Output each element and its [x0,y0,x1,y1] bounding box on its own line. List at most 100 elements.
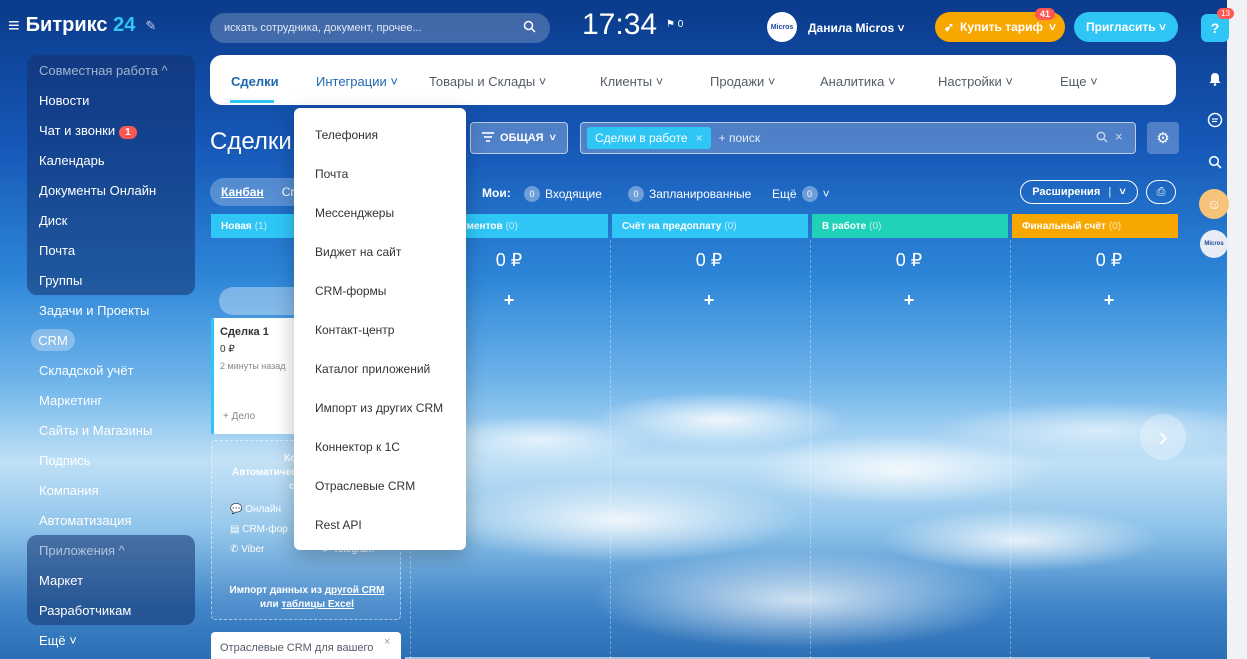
sidebar-item-calendar[interactable]: Календарь [39,153,105,168]
sidebar-group-collab [27,55,195,295]
chat-bubble-icon: 💬 [230,504,243,515]
sidebar-item-disk[interactable]: Диск [39,213,67,228]
invite-button[interactable]: Пригласить ˅ [1074,12,1178,42]
user-avatar-icon[interactable]: ☺ [1199,189,1229,219]
sidebar-item-crm[interactable]: CRM [31,329,75,351]
tab-settings[interactable]: Настройки ˅ [938,74,1013,89]
menu-item-app-catalog[interactable]: Каталог приложений [315,362,430,376]
stage-header-final[interactable]: Финальный счёт (0) [1012,214,1178,238]
chat-icon[interactable] [1201,106,1229,134]
integrations-dropdown: Телефония Почта Мессенджеры Виджет на са… [294,108,466,550]
stage-count: (0) [505,220,518,232]
tab-deals[interactable]: Сделки [231,74,279,89]
tab-more[interactable]: Еще ˅ [1060,74,1098,89]
industry-crm-card[interactable]: Отраслевые CRM для вашего [211,632,401,659]
global-search-input[interactable]: искать сотрудника, документ, прочее... [210,13,550,43]
incoming-count: 0 [524,186,540,202]
industry-crm-text: Отраслевые CRM для вашего [220,642,374,654]
rocket-icon: ➹ [943,20,955,34]
menu-item-import-crm[interactable]: Импорт из других CRM [315,401,443,415]
search-icon[interactable] [523,20,536,36]
menu-item-industry-crm[interactable]: Отраслевые CRM [315,479,415,493]
extensions-button[interactable]: Расширения | ˅ [1020,180,1138,204]
sidebar-item-automation[interactable]: Автоматизация [39,513,131,528]
print-icon[interactable]: ⎙ [1146,180,1176,204]
pencil-icon[interactable]: ✎ [145,18,156,34]
crm-tabs-bar: Сделки Интеграции ˅ Товары и Склады ˅ Кл… [210,55,1176,105]
menu-item-messengers[interactable]: Мессенджеры [315,206,394,220]
buy-plan-label: Купить тариф [960,20,1043,34]
promo-channel-viber[interactable]: ✆ Viber [230,544,264,555]
clear-icon[interactable]: × [1115,129,1123,144]
sidebar-item-mail[interactable]: Почта [39,243,75,258]
flag-counter[interactable]: ⚑ 0 [666,19,683,30]
extensions-label: Расширения [1032,186,1101,198]
menu-item-mail[interactable]: Почта [315,167,348,181]
add-deal-plus[interactable]: + [1012,290,1206,311]
tab-products[interactable]: Товары и Склады ˅ [429,74,546,89]
clock[interactable]: 17:34 [582,8,657,42]
user-name[interactable]: Данила Micros ˅ [808,21,905,35]
add-deal-plus[interactable]: + [812,290,1006,311]
hamburger-icon[interactable]: ≡ [8,16,20,36]
sidebar: ≡ Битрикс 24 ✎ Совместная работа ^ Новос… [0,0,205,659]
menu-item-crm-forms[interactable]: CRM-формы [315,284,386,298]
sidebar-item-market[interactable]: Маркет [39,573,83,588]
filter-icon [482,131,495,145]
avatar[interactable]: Micros [767,12,797,42]
sidebar-item-warehouse[interactable]: Складской учёт [39,363,134,378]
gear-icon[interactable]: ⚙ [1147,122,1179,154]
menu-item-rest-api[interactable]: Rest API [315,518,362,532]
logo[interactable]: Битрикс 24 [26,14,136,37]
sidebar-section-collab[interactable]: Совместная работа ^ [39,63,168,78]
add-deal-plus[interactable]: + [612,290,806,311]
promo-channel-online[interactable]: 💬 Онлайн [230,504,281,515]
counter-more[interactable]: Ещё 0 ˅ [772,186,830,202]
chevron-right-icon[interactable]: › [1140,414,1186,460]
logo-text: Битрикс [25,14,108,36]
stage-header-prepay[interactable]: Счёт на предоплату (0) [612,214,808,238]
filter-chip[interactable]: Сделки в работе × [587,127,711,149]
flag-icon: ⚑ [666,19,675,30]
sidebar-item-sites[interactable]: Сайты и Магазины [39,423,152,438]
column-divider [810,240,811,659]
filter-search-input[interactable]: Сделки в работе × + поиск × [580,122,1136,154]
tab-analytics[interactable]: Аналитика ˅ [820,74,896,89]
promo-channel-forms[interactable]: ▤ CRM-фор [230,524,288,535]
import-other-crm-link[interactable]: другой CRM [325,585,385,596]
sidebar-item-groups[interactable]: Группы [39,273,82,288]
menu-item-contact-center[interactable]: Контакт-центр [315,323,394,337]
counter-incoming[interactable]: 0 Входящие [524,186,602,202]
tab-integrations[interactable]: Интеграции ˅ [316,74,398,89]
sidebar-section-apps[interactable]: Приложения ^ [39,543,125,558]
more-count: 0 [801,186,818,202]
filter-preset-button[interactable]: ОБЩАЯ ˅ [470,122,568,154]
tab-sales[interactable]: Продажи ˅ [710,74,776,89]
window-edge [1227,0,1247,659]
view-kanban[interactable]: Канбан [221,185,264,199]
menu-item-telephony[interactable]: Телефония [315,128,378,142]
sidebar-item-developers[interactable]: Разработчикам [39,603,131,618]
add-activity-link[interactable]: + Дело [223,411,255,422]
sidebar-item-news[interactable]: Новости [39,93,89,108]
stage-sum: 0 ₽ [895,250,923,270]
sidebar-item-chat[interactable]: Чат и звонки 1 [39,123,137,139]
search-icon[interactable] [1096,131,1108,146]
import-excel-link[interactable]: таблицы Excel [281,599,354,610]
sidebar-item-sign[interactable]: Подпись [39,453,90,468]
sidebar-item-tasks[interactable]: Задачи и Проекты [39,303,149,318]
tab-clients[interactable]: Клиенты ˅ [600,74,663,89]
stage-count: (0) [869,220,882,232]
close-icon[interactable]: × [696,131,703,145]
counter-planned[interactable]: 0 Запланированные [628,186,751,202]
menu-item-1c-connector[interactable]: Коннектор к 1С [315,440,400,454]
sidebar-item-company[interactable]: Компания [39,483,99,498]
stage-header-in-progress[interactable]: В работе (0) [812,214,1008,238]
notifications-bell-icon[interactable] [1201,65,1229,93]
sidebar-item-docs[interactable]: Документы Онлайн [39,183,156,198]
close-icon[interactable]: × [384,636,390,648]
search-icon[interactable] [1201,148,1229,176]
menu-item-site-widget[interactable]: Виджет на сайт [315,245,401,259]
sidebar-item-more[interactable]: Ещё ˅ [39,633,77,648]
sidebar-item-marketing[interactable]: Маркетинг [39,393,102,408]
